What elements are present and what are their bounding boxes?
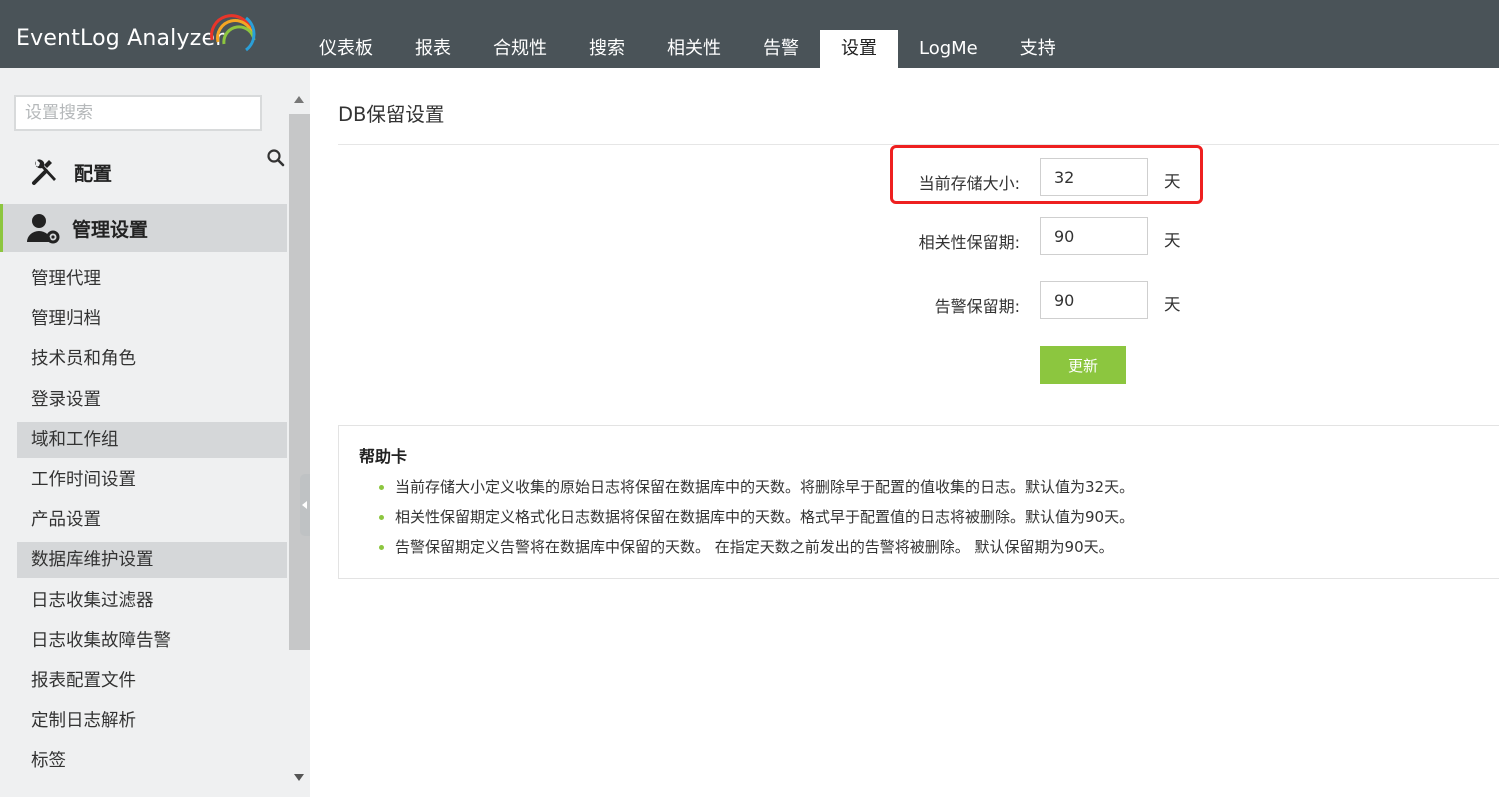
help-item: 相关性保留期定义格式化日志数据将保留在数据库中的天数。格式早于配置值的日志将被删… [379,506,1134,536]
help-card-title: 帮助卡 [359,447,408,466]
nav-alerts[interactable]: 告警 [742,30,820,68]
bullet-icon [379,485,384,490]
scroll-up-arrow-icon[interactable] [294,96,304,103]
section-admin-label: 管理设置 [72,218,149,241]
tools-icon [32,159,56,185]
app-logo[interactable]: EventLog Analyzer [16,26,224,51]
alert-retention-input[interactable] [1040,281,1148,319]
nav-settings[interactable]: 设置 [820,30,898,68]
menu-working-hours[interactable]: 工作时间设置 [17,462,287,498]
nav-correlation[interactable]: 相关性 [646,30,742,68]
nav-reports[interactable]: 报表 [394,30,472,68]
menu-log-collection-failure-alerts[interactable]: 日志收集故障告警 [17,623,287,659]
menu-domains-workgroups[interactable]: 域和工作组 [17,421,287,458]
nav-support[interactable]: 支持 [999,30,1077,68]
scroll-down-arrow-icon[interactable] [294,774,304,781]
update-button[interactable]: 更新 [1040,346,1126,384]
sidebar-collapse-handle[interactable] [300,474,310,536]
menu-custom-log-parser[interactable]: 定制日志解析 [17,703,287,739]
section-admin-settings[interactable]: 管理设置 [0,204,287,252]
page-title: DB保留设置 [338,103,445,126]
storage-size-input[interactable] [1040,158,1148,196]
correlation-retention-label: 相关性保留期: [918,233,1020,252]
sidebar: 配置 管理设置 管理代理 管理归档 技术员和角色 登录设置 域和工作组 工作时间… [0,68,310,797]
menu-db-maintenance[interactable]: 数据库维护设置 [17,542,287,579]
menu-tags[interactable]: 标签 [17,743,287,779]
menu-manage-archives[interactable]: 管理归档 [17,301,287,337]
menu-technicians-roles[interactable]: 技术员和角色 [17,341,287,377]
scroll-thumb[interactable] [289,114,310,650]
correlation-retention-unit: 天 [1164,231,1181,250]
nav-logme[interactable]: LogMe [898,30,999,68]
sidebar-scrollbar[interactable] [289,90,310,796]
logo-arc-icon [210,14,256,52]
settings-search-input[interactable] [14,95,262,131]
alert-retention-unit: 天 [1164,295,1181,314]
menu-logon-settings[interactable]: 登录设置 [17,382,287,418]
menu-product-settings[interactable]: 产品设置 [17,502,287,538]
settings-menu: 管理代理 管理归档 技术员和角色 登录设置 域和工作组 工作时间设置 产品设置 … [17,261,287,783]
nav-dashboard[interactable]: 仪表板 [298,30,394,68]
help-item: 告警保留期定义告警将在数据库中保留的天数。 在指定天数之前发出的告警将被删除。 … [379,536,1134,566]
main-nav: 仪表板 报表 合规性 搜索 相关性 告警 设置 LogMe 支持 [298,30,1077,68]
menu-manage-agents[interactable]: 管理代理 [17,261,287,297]
bullet-icon [379,515,384,520]
alert-retention-label: 告警保留期: [934,297,1020,316]
menu-report-profiles[interactable]: 报表配置文件 [17,663,287,699]
storage-size-label: 当前存储大小: [918,174,1020,193]
nav-compliance[interactable]: 合规性 [472,30,568,68]
correlation-retention-input[interactable] [1040,217,1148,255]
bullet-icon [379,545,384,550]
section-config-label: 配置 [74,162,113,185]
help-list: 当前存储大小定义收集的原始日志将保留在数据库中的天数。将删除早于配置的值收集的日… [379,476,1134,566]
help-card: 帮助卡 当前存储大小定义收集的原始日志将保留在数据库中的天数。将删除早于配置的值… [338,425,1499,579]
nav-search[interactable]: 搜索 [568,30,646,68]
user-gear-icon [27,214,60,244]
storage-size-unit: 天 [1164,172,1181,191]
top-bar: EventLog Analyzer 仪表板 报表 合规性 搜索 相关性 告警 设… [0,0,1499,68]
help-item: 当前存储大小定义收集的原始日志将保留在数据库中的天数。将删除早于配置的值收集的日… [379,476,1134,506]
menu-log-collection-filters[interactable]: 日志收集过滤器 [17,583,287,619]
section-config[interactable]: 配置 [0,148,287,196]
